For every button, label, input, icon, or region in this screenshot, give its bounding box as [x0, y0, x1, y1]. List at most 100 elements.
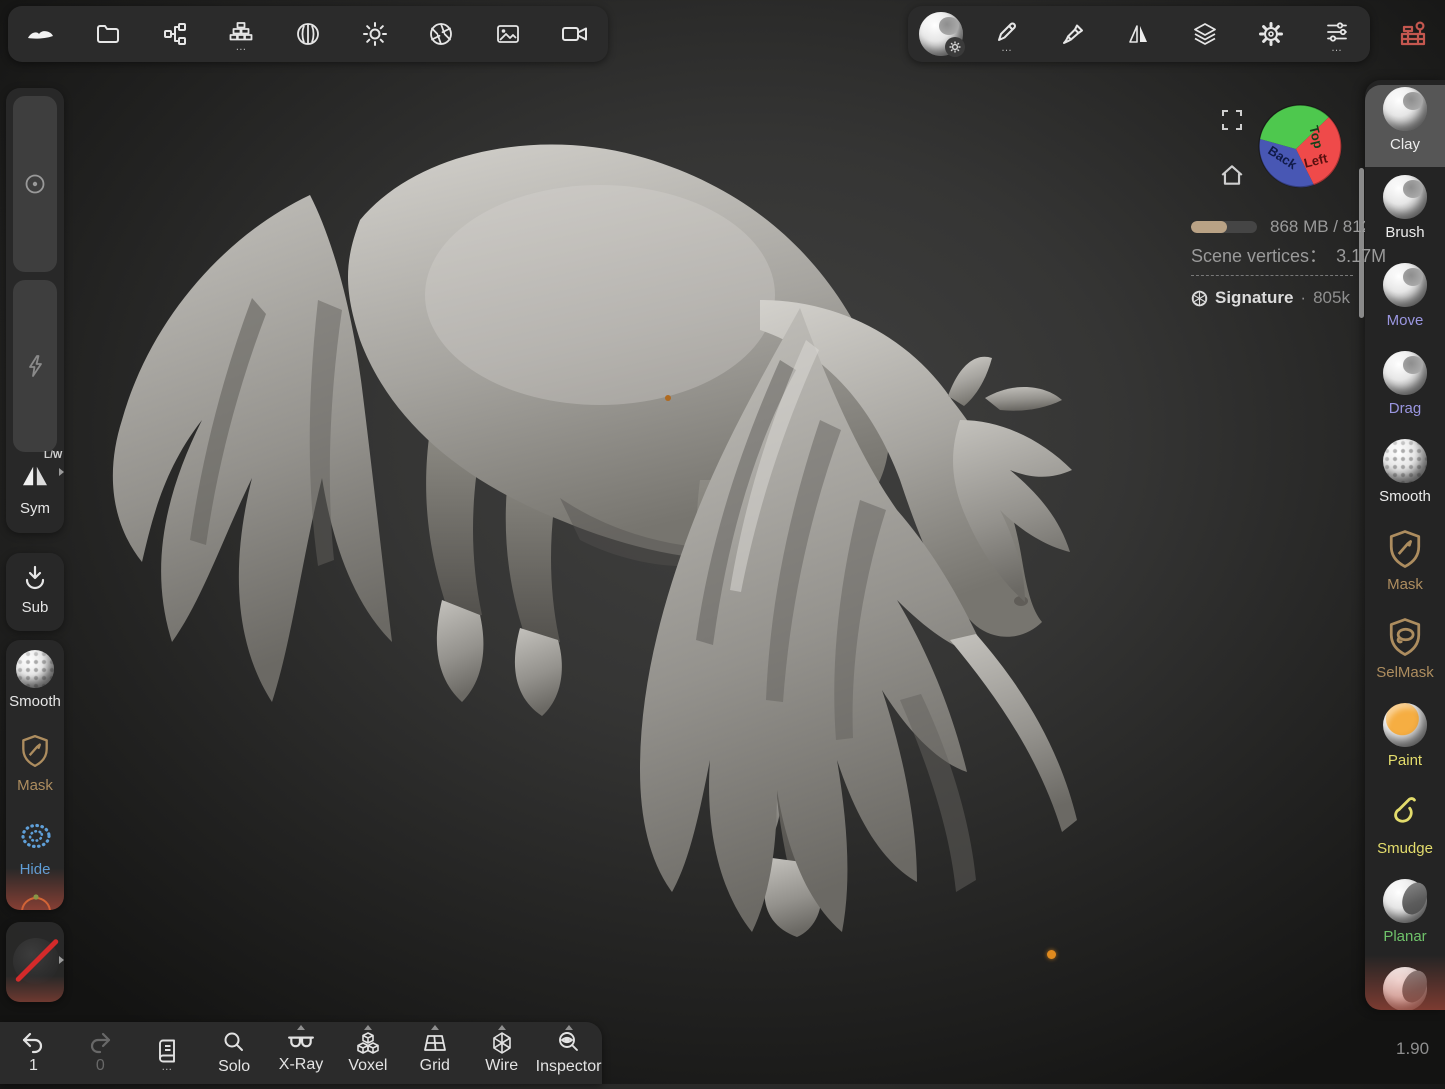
bottom-toolbar: 1 0 … Solo X-Ray Voxel Grid Wire — [0, 1022, 602, 1084]
tool-selmask[interactable]: SelMask — [1365, 613, 1445, 701]
quick-actions-panel: Smooth Mask Hide — [6, 640, 64, 910]
history-button[interactable]: … — [134, 1022, 201, 1084]
symmetry-button[interactable] — [1106, 6, 1172, 62]
grid-label: Grid — [420, 1057, 450, 1075]
tool-paint[interactable]: Paint — [1365, 701, 1445, 789]
sun-icon — [362, 21, 388, 47]
folder-icon — [95, 21, 121, 47]
drag-sphere-icon — [1383, 351, 1427, 395]
memory-text: 868 MB / 812 M — [1270, 217, 1365, 237]
tool-move[interactable]: Move — [1365, 261, 1445, 349]
voxel-cubes-icon — [355, 1031, 381, 1055]
flat-brush-icon — [1060, 21, 1086, 47]
fullscreen-button[interactable] — [1220, 108, 1244, 132]
caret-up-icon — [364, 1025, 372, 1030]
stroke-button[interactable]: … — [974, 6, 1040, 62]
signature-label: Signature — [1215, 288, 1293, 308]
home-icon — [1219, 163, 1245, 187]
tool-mask[interactable]: Mask — [1365, 525, 1445, 613]
topology-button[interactable]: … — [208, 6, 275, 62]
topology-more-dots: … — [235, 45, 247, 49]
smudge-finger-icon — [1385, 791, 1425, 835]
tool-settings-button[interactable]: … — [1304, 6, 1370, 62]
stroke-more-dots: … — [1001, 46, 1013, 50]
scene-graph-button[interactable] — [141, 6, 208, 62]
voxel-button[interactable]: Voxel — [334, 1022, 401, 1084]
xray-button[interactable]: X-Ray — [268, 1022, 335, 1084]
mask-shortcut[interactable] — [18, 732, 52, 775]
smooth-shortcut[interactable] — [16, 650, 54, 688]
symmetry-icon — [19, 464, 51, 488]
undo-count: 1 — [29, 1057, 38, 1075]
tool-clay[interactable]: Clay — [1365, 85, 1445, 173]
active-material-button[interactable] — [908, 6, 974, 62]
material-button[interactable] — [275, 6, 342, 62]
symmetry-toggle[interactable]: L/W — [6, 456, 64, 496]
tool-smudge[interactable]: Smudge — [1365, 789, 1445, 877]
grid-icon — [422, 1031, 448, 1055]
symmetry-expand-arrow[interactable] — [59, 468, 64, 476]
sub-label: Sub — [6, 599, 64, 616]
tool-settings-more-dots: … — [1331, 46, 1343, 50]
signature-mesh-icon — [1191, 290, 1208, 307]
inspector-eye-icon — [556, 1030, 582, 1056]
files-button[interactable] — [75, 6, 142, 62]
material-gear-badge — [945, 37, 965, 57]
wire-label: Wire — [485, 1057, 518, 1075]
symmetry-label: Sym — [6, 500, 64, 517]
undo-button[interactable]: 1 — [0, 1022, 67, 1084]
nav-cube[interactable]: Top Back Left — [1256, 102, 1344, 190]
brush-sphere-icon — [1383, 175, 1427, 219]
background-button[interactable] — [475, 6, 542, 62]
hide-shortcut[interactable] — [17, 818, 55, 859]
tool-label: Paint — [1388, 752, 1422, 769]
symmetry-badge: L/W — [44, 450, 62, 461]
toolbox-button[interactable] — [1392, 12, 1434, 56]
signature-value: 805k — [1313, 288, 1350, 308]
aperture-icon — [428, 21, 454, 47]
selmask-shield-icon — [1385, 615, 1425, 659]
intensity-slider[interactable] — [13, 280, 57, 452]
settings-gear-icon — [1258, 21, 1284, 47]
matcap-sphere-icon — [295, 21, 321, 47]
fullscreen-icon — [1220, 108, 1244, 132]
video-camera-icon — [561, 21, 589, 47]
postprocess-button[interactable] — [408, 6, 475, 62]
xray-label: X-Ray — [279, 1056, 323, 1074]
tool-planar[interactable]: Planar — [1365, 877, 1445, 965]
solo-button[interactable]: Solo — [201, 1022, 268, 1084]
signature-row[interactable]: Signature · 805k — [1191, 288, 1350, 308]
layers-button[interactable] — [1172, 6, 1238, 62]
inspector-button[interactable]: Inspector — [535, 1022, 602, 1084]
smooth-label: Smooth — [6, 693, 64, 710]
image-icon — [495, 21, 521, 47]
redo-count: 0 — [96, 1057, 105, 1075]
rail-scroll-gradient — [1365, 955, 1445, 1010]
sub-toggle[interactable] — [6, 561, 64, 595]
panel-scroll-gradient — [6, 976, 64, 1002]
tool-rail: Clay Brush Move Drag Smooth Mask SelMask… — [1365, 80, 1445, 1010]
grid-button[interactable]: Grid — [401, 1022, 468, 1084]
planar-sphere-icon — [1383, 879, 1427, 923]
tool-smooth[interactable]: Smooth — [1365, 437, 1445, 525]
clay-sphere-icon — [1383, 87, 1427, 131]
radius-slider[interactable] — [13, 96, 57, 272]
home-view-button[interactable] — [1219, 163, 1245, 187]
redo-button[interactable]: 0 — [67, 1022, 134, 1084]
lighting-button[interactable] — [341, 6, 408, 62]
history-more-dots: … — [161, 1065, 173, 1069]
app-logo[interactable] — [8, 6, 75, 62]
falloff-expand-arrow[interactable] — [59, 956, 64, 964]
panel-scroll-gradient — [6, 868, 64, 910]
settings-button[interactable] — [1238, 6, 1304, 62]
tool-drag[interactable]: Drag — [1365, 349, 1445, 437]
smooth-ball-icon — [16, 650, 54, 688]
mask-shield-icon — [1385, 527, 1425, 571]
camera-button[interactable] — [541, 6, 608, 62]
pencil-icon — [994, 19, 1020, 45]
scene-graph-icon — [162, 21, 188, 47]
stats-divider — [1191, 275, 1353, 276]
falloff-button[interactable] — [1040, 6, 1106, 62]
tool-label: Brush — [1385, 224, 1424, 241]
wire-button[interactable]: Wire — [468, 1022, 535, 1084]
